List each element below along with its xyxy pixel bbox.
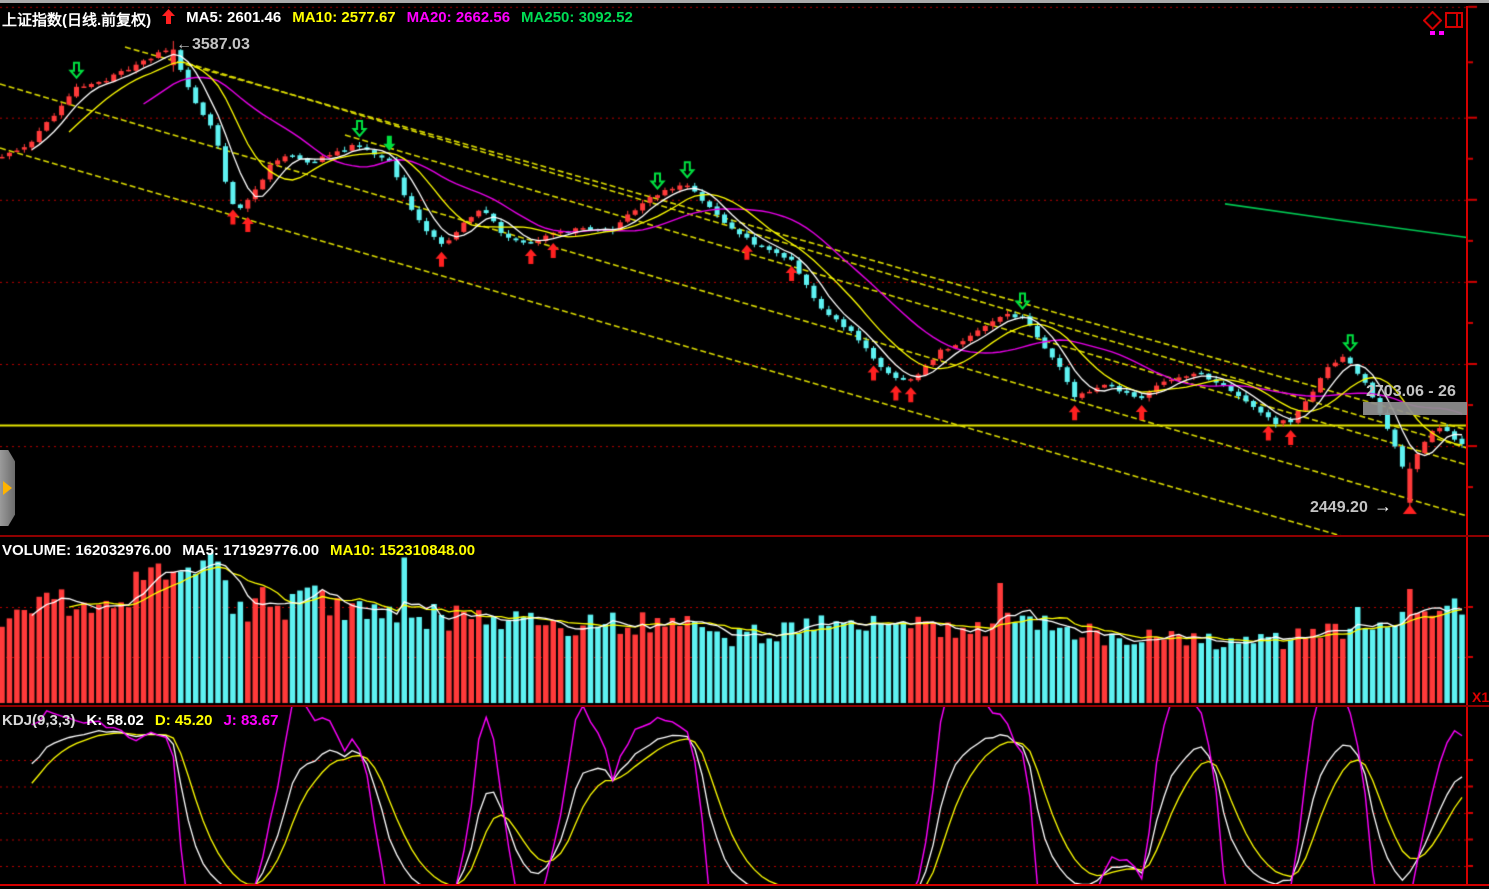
pane-divider-kdj[interactable]: [0, 705, 1489, 707]
expand-arrow-icon: [3, 481, 12, 495]
pane-divider-volume[interactable]: [0, 535, 1489, 537]
chart-bottom-border: [0, 884, 1489, 886]
window-split-icon[interactable]: [1445, 12, 1464, 29]
ma5-value: MA5: 2601.46: [186, 9, 281, 30]
range-price-label: 2703.06 - 26: [1366, 383, 1456, 401]
volume-value: VOLUME: 162032976.00: [2, 542, 171, 559]
main-indicator-header: 上证指数(日线.前复权) MA5: 2601.46 MA10: 2577.67 …: [2, 9, 633, 30]
kdj-header: KDJ(9,3,3) K: 58.02 D: 45.20 J: 83.67: [2, 712, 279, 729]
peak-price-label: ←3587.03: [176, 36, 250, 54]
chart-right-border: [1466, 6, 1468, 884]
main-chart-canvas[interactable]: [0, 0, 1489, 535]
panel-expand-tab[interactable]: [0, 450, 15, 526]
diamond-tool-icon[interactable]: [1423, 11, 1442, 30]
ma20-value: MA20: 2662.56: [407, 9, 510, 30]
trend-up-arrow-icon: [162, 9, 175, 25]
low-price-arrow: →: [1374, 496, 1392, 517]
kdj-d-value: D: 45.20: [155, 712, 213, 729]
indicator-dot-1: [1430, 31, 1435, 35]
pane-tag-x1: X1: [1472, 689, 1489, 705]
ma10-value: MA10: 2577.67: [292, 9, 395, 30]
price-range-box: [1363, 402, 1467, 415]
trading-app-window: { "header": { "title": "上证指数(日线.前复权)", "…: [0, 0, 1489, 889]
kdj-k-value: K: 58.02: [86, 712, 144, 729]
volume-canvas[interactable]: [0, 537, 1489, 705]
volume-ma10-value: MA10: 152310848.00: [330, 542, 475, 559]
indicator-dot-2: [1439, 31, 1444, 35]
volume-ma5-value: MA5: 171929776.00: [182, 542, 319, 559]
volume-header: VOLUME: 162032976.00 MA5: 171929776.00 M…: [2, 542, 475, 559]
kdj-canvas[interactable]: [0, 707, 1489, 884]
chart-title[interactable]: 上证指数(日线.前复权): [2, 9, 151, 30]
kdj-j-value: J: 83.67: [223, 712, 278, 729]
kdj-indicator-name[interactable]: KDJ(9,3,3): [2, 712, 75, 729]
low-price-label: 2449.20: [1310, 499, 1368, 517]
window-top-edge: [0, 0, 1489, 3]
ma250-value: MA250: 3092.52: [521, 9, 633, 30]
